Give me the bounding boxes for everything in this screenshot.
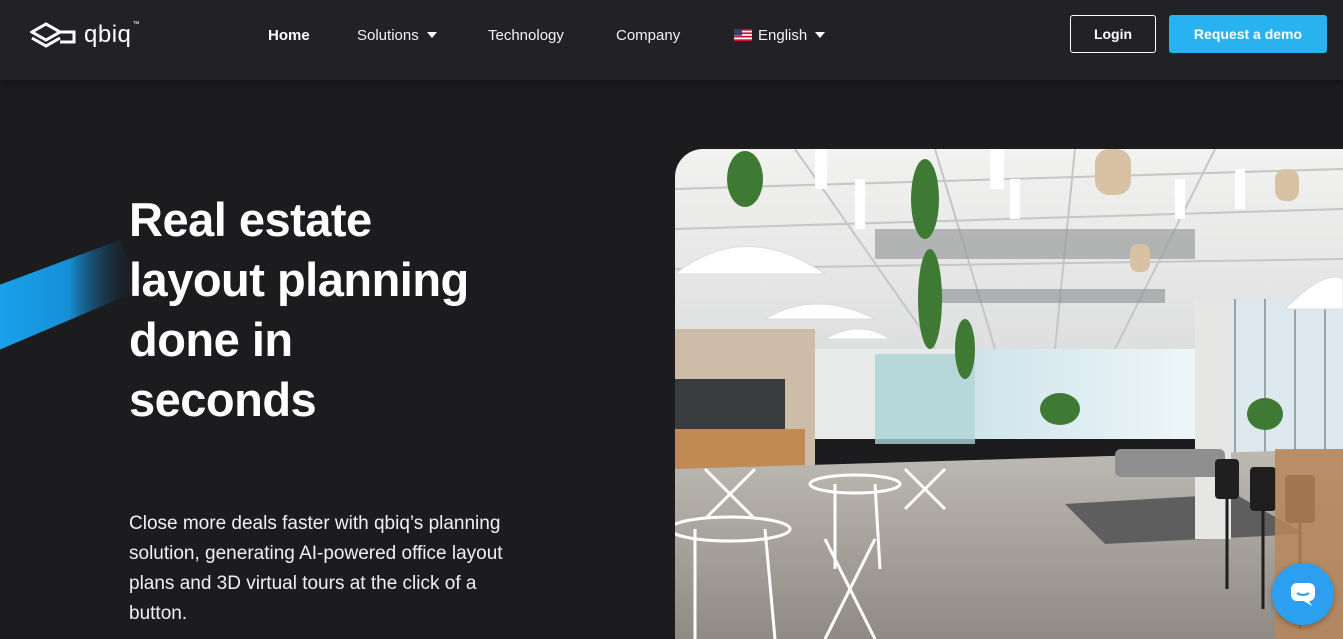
nav-technology[interactable]: Technology bbox=[488, 27, 616, 44]
nav-home[interactable]: Home bbox=[268, 27, 357, 44]
nav-solutions-label: Solutions bbox=[357, 26, 419, 44]
qbiq-logo-icon bbox=[30, 22, 76, 48]
decorative-stripe bbox=[0, 240, 140, 350]
office-render bbox=[675, 149, 1343, 639]
nav-technology-label: Technology bbox=[488, 26, 564, 44]
us-flag-icon bbox=[734, 29, 752, 41]
navbar: qbiq™ Home Solutions Technology Company bbox=[0, 0, 1343, 80]
nav-solutions[interactable]: Solutions bbox=[357, 27, 488, 44]
chat-icon bbox=[1291, 583, 1315, 606]
brand-name: qbiq™ bbox=[84, 21, 140, 48]
nav-company-label: Company bbox=[616, 26, 681, 44]
request-demo-button[interactable]: Request a demo bbox=[1169, 15, 1327, 53]
hero-headline: Real estate layout planning done in seco… bbox=[129, 193, 469, 426]
main-nav: Home Solutions Technology Company Englis… bbox=[268, 24, 826, 46]
chevron-down-icon bbox=[426, 32, 437, 38]
nav-language-label: English bbox=[758, 26, 808, 44]
chat-widget-button[interactable] bbox=[1272, 563, 1334, 625]
brand-logo[interactable]: qbiq™ bbox=[30, 20, 139, 50]
nav-home-label: Home bbox=[268, 26, 310, 44]
request-demo-button-label: Request a demo bbox=[1193, 26, 1303, 42]
nav-company[interactable]: Company bbox=[616, 27, 734, 44]
chevron-down-icon bbox=[815, 32, 826, 38]
hero-subtext: Close more deals faster with qbiq’s plan… bbox=[129, 513, 503, 624]
login-button-label: Login bbox=[1093, 26, 1133, 42]
office-interior-image bbox=[675, 149, 1343, 639]
login-button[interactable]: Login bbox=[1070, 15, 1156, 53]
nav-language[interactable]: English bbox=[734, 26, 826, 44]
